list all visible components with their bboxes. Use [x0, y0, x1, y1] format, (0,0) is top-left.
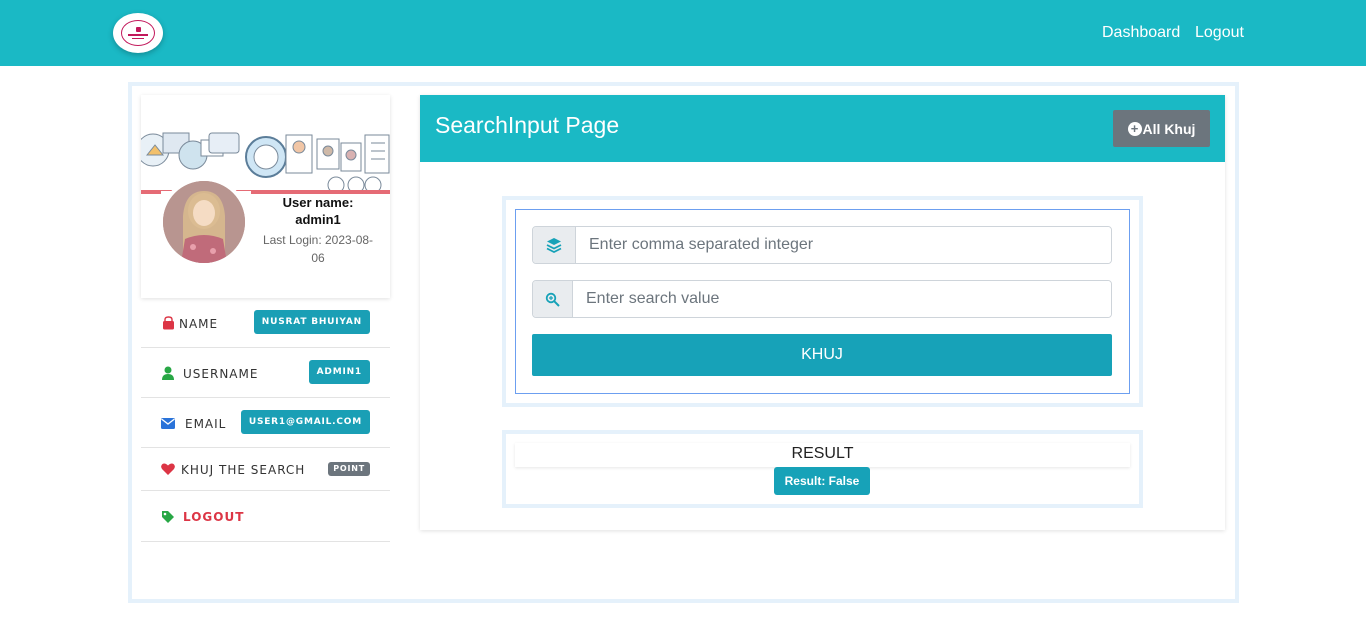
bag-icon: [161, 316, 175, 330]
username-value: admin1: [295, 212, 341, 227]
info-khuj-badge: POINT: [328, 462, 370, 476]
nav-logout-link[interactable]: Logout: [1195, 24, 1244, 42]
plus-circle-icon: +: [1127, 121, 1142, 136]
search-icon: [533, 281, 573, 317]
tag-icon: [161, 510, 175, 524]
sidebar-logout-link[interactable]: LOGOUT: [183, 510, 244, 524]
user-avatar: [159, 177, 249, 267]
result-heading: RESULT: [515, 443, 1130, 467]
logout-row[interactable]: LOGOUT: [141, 491, 390, 542]
heart-icon: [161, 462, 175, 476]
info-name-label: NAME: [179, 317, 219, 331]
info-username-label: USERNAME: [183, 367, 259, 381]
profile-card: User name: admin1 Last Login: 2023-08-06: [141, 95, 390, 298]
info-name-badge: NUSRAT BHUIYAN: [253, 310, 370, 334]
page-title: SearchInput Page: [435, 112, 620, 138]
layers-icon: [533, 227, 576, 263]
info-row-email: EMAIL USER1@GMAIL.COM: [141, 398, 390, 448]
navbar: Dashboard Logout: [0, 0, 1366, 66]
khuj-button[interactable]: KHUJ: [532, 334, 1112, 376]
info-row-khuj: KHUJ THE SEARCH POINT: [141, 448, 390, 491]
profile-banner-illustration: [141, 95, 390, 195]
search-input[interactable]: [573, 281, 1111, 317]
envelope-icon: [161, 416, 175, 430]
all-khuj-label: All Khuj: [1142, 120, 1196, 137]
logo-mark: [121, 20, 155, 46]
brand-logo[interactable]: [113, 13, 163, 53]
info-khuj-label: KHUJ THE SEARCH: [181, 463, 306, 477]
info-email-label: EMAIL: [185, 417, 227, 431]
info-username-badge: ADMIN1: [308, 360, 370, 384]
search-input-group: [532, 280, 1112, 318]
integers-input-group: [532, 226, 1112, 264]
user-icon: [161, 366, 175, 380]
all-khuj-button[interactable]: + All Khuj: [1113, 110, 1210, 147]
result-badge: Result: False: [774, 467, 870, 495]
integers-input[interactable]: [576, 227, 1111, 263]
info-row-username: USERNAME ADMIN1: [141, 348, 390, 398]
info-row-name: NAME NUSRAT BHUIYAN: [141, 298, 390, 348]
username-caption: User name:: [282, 195, 354, 210]
last-login: Last Login: 2023-08-06: [262, 233, 374, 265]
info-email-badge: USER1@GMAIL.COM: [240, 410, 370, 434]
nav-dashboard-link[interactable]: Dashboard: [1102, 24, 1180, 42]
profile-info-list: NAME NUSRAT BHUIYAN USERNAME ADMIN1 EMAI…: [141, 298, 390, 542]
panel-header: SearchInput Page + All Khuj: [420, 95, 1225, 162]
profile-username: User name: admin1: [259, 194, 377, 228]
